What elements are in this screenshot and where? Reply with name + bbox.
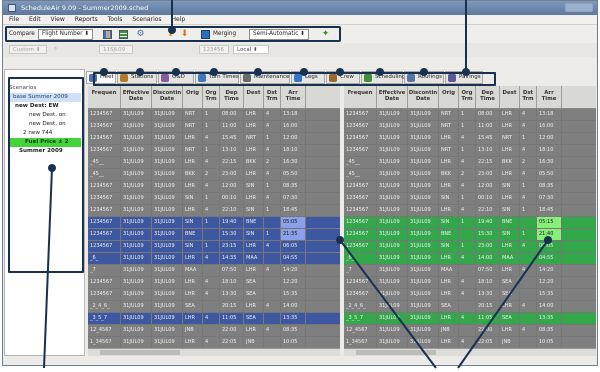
callout-dot-tab xyxy=(462,68,470,76)
callout-lines xyxy=(43,0,552,369)
callout-dot-tab xyxy=(254,68,262,76)
callout-dot-tab xyxy=(300,68,308,76)
callout-dot-tab xyxy=(376,68,384,76)
callout-dot-tab xyxy=(210,68,218,76)
callout-dot-scenarios xyxy=(48,164,56,172)
callout-line-left-diff xyxy=(339,239,437,369)
callout-dot-tab xyxy=(336,68,344,76)
callout-dot-tab xyxy=(420,68,428,76)
callout-dot-right-diff xyxy=(544,236,552,244)
callout-dot-tab xyxy=(100,68,108,76)
callout-line-right-diff xyxy=(457,239,549,369)
callout-dot-tab xyxy=(136,68,144,76)
callout-dot-left-diff xyxy=(336,236,344,244)
callout-dot-toolbar xyxy=(168,26,176,34)
callout-line-scenarios xyxy=(43,167,53,369)
callout-dot-tab xyxy=(172,68,180,76)
